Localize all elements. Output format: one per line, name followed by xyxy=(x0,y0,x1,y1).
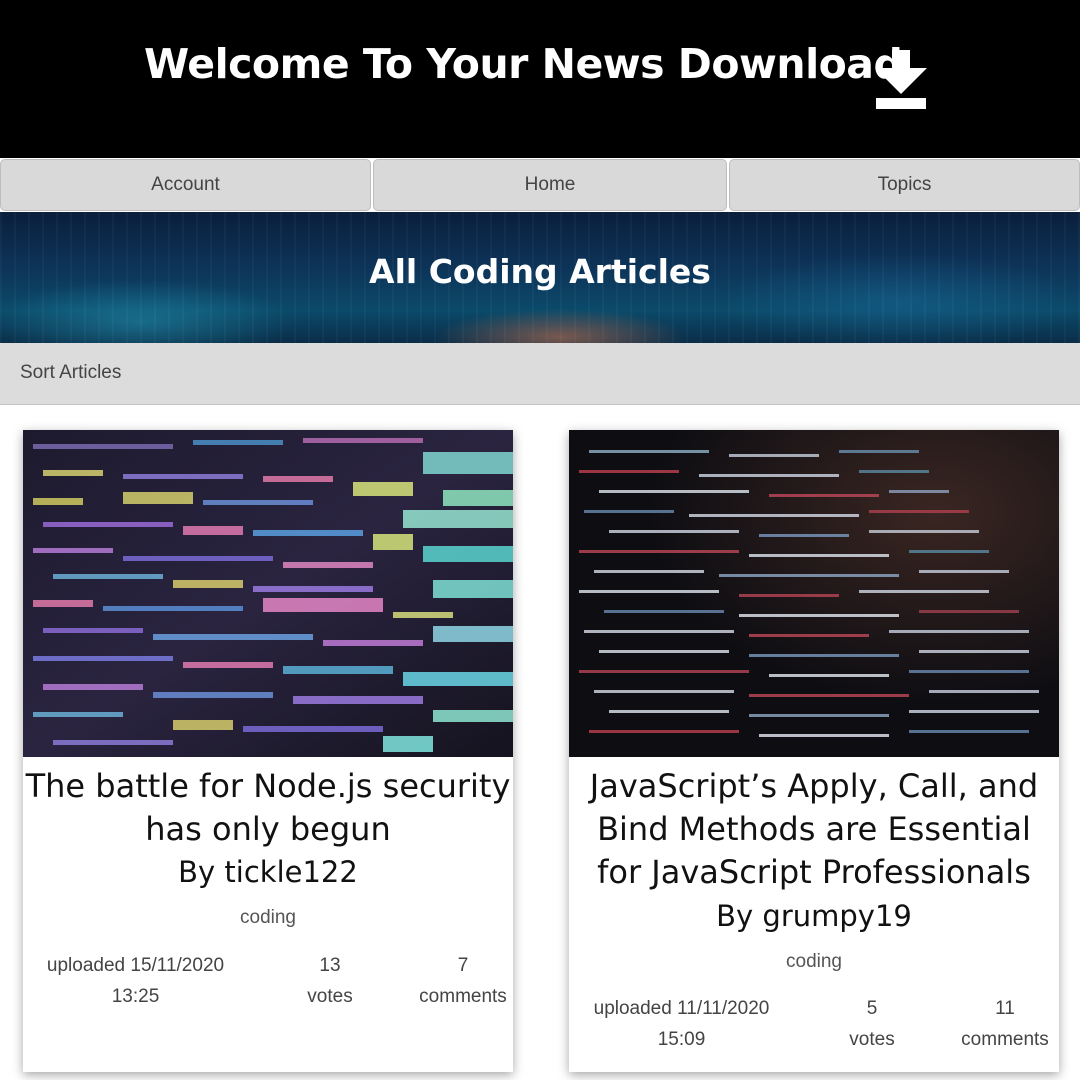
article-title-line: JavaScript’s Apply, Call, and xyxy=(589,767,1039,805)
comments-count: 11 xyxy=(995,998,1015,1019)
article-comments[interactable]: 7 comments xyxy=(408,950,518,1012)
article-title-line: for JavaScript Professionals xyxy=(597,853,1031,891)
site-title: Welcome To Your News Download xyxy=(144,40,903,88)
article-title-line: The battle for Node.js security xyxy=(25,767,511,805)
article-votes: 5 votes xyxy=(827,993,917,1055)
article-topic: coding xyxy=(786,951,842,972)
nav-home-button[interactable]: Home xyxy=(373,159,727,211)
article-card[interactable]: JavaScript’s Apply, Call, and Bind Metho… xyxy=(569,430,1059,1072)
page-title: All Coding Articles xyxy=(369,252,711,291)
upload-time-line: 15:09 xyxy=(657,1029,706,1050)
site-header: Welcome To Your News Download xyxy=(0,0,1080,158)
article-title[interactable]: JavaScript’s Apply, Call, and Bind Metho… xyxy=(569,765,1059,894)
article-title[interactable]: The battle for Node.js security has only… xyxy=(23,765,513,851)
page-banner: All Coding Articles xyxy=(0,212,1080,343)
article-image xyxy=(23,430,513,757)
article-upload-date: uploaded 11/11/2020 15:09 xyxy=(579,993,784,1055)
comments-count: 7 xyxy=(457,955,469,976)
article-comments[interactable]: 11 comments xyxy=(950,993,1060,1055)
article-author: By tickle122 xyxy=(178,855,358,889)
upload-time-line: 13:25 xyxy=(111,986,160,1007)
upload-date-line: uploaded 11/11/2020 xyxy=(593,998,770,1019)
nav-topics-button[interactable]: Topics xyxy=(729,159,1080,211)
article-card[interactable]: The battle for Node.js security has only… xyxy=(23,430,513,1072)
sort-articles-button[interactable]: Sort Articles xyxy=(20,362,121,384)
article-votes: 13 votes xyxy=(285,950,375,1012)
votes-label: votes xyxy=(849,1029,895,1050)
nav-account-button[interactable]: Account xyxy=(0,159,371,211)
article-image xyxy=(569,430,1059,757)
sort-bar: Sort Articles xyxy=(0,343,1080,405)
main-nav: Account Home Topics xyxy=(0,159,1080,211)
comments-label: comments xyxy=(961,1029,1049,1050)
article-upload-date: uploaded 15/11/2020 13:25 xyxy=(33,950,238,1012)
article-topic: coding xyxy=(240,907,296,928)
upload-date-line: uploaded 15/11/2020 xyxy=(46,955,225,976)
votes-count: 5 xyxy=(866,998,878,1019)
article-title-line: Bind Methods are Essential xyxy=(597,810,1031,848)
download-icon[interactable] xyxy=(872,50,930,110)
votes-count: 13 xyxy=(319,955,341,976)
article-title-line: has only begun xyxy=(145,810,391,848)
article-author: By grumpy19 xyxy=(716,899,912,933)
votes-label: votes xyxy=(307,986,353,1007)
comments-label: comments xyxy=(419,986,507,1007)
